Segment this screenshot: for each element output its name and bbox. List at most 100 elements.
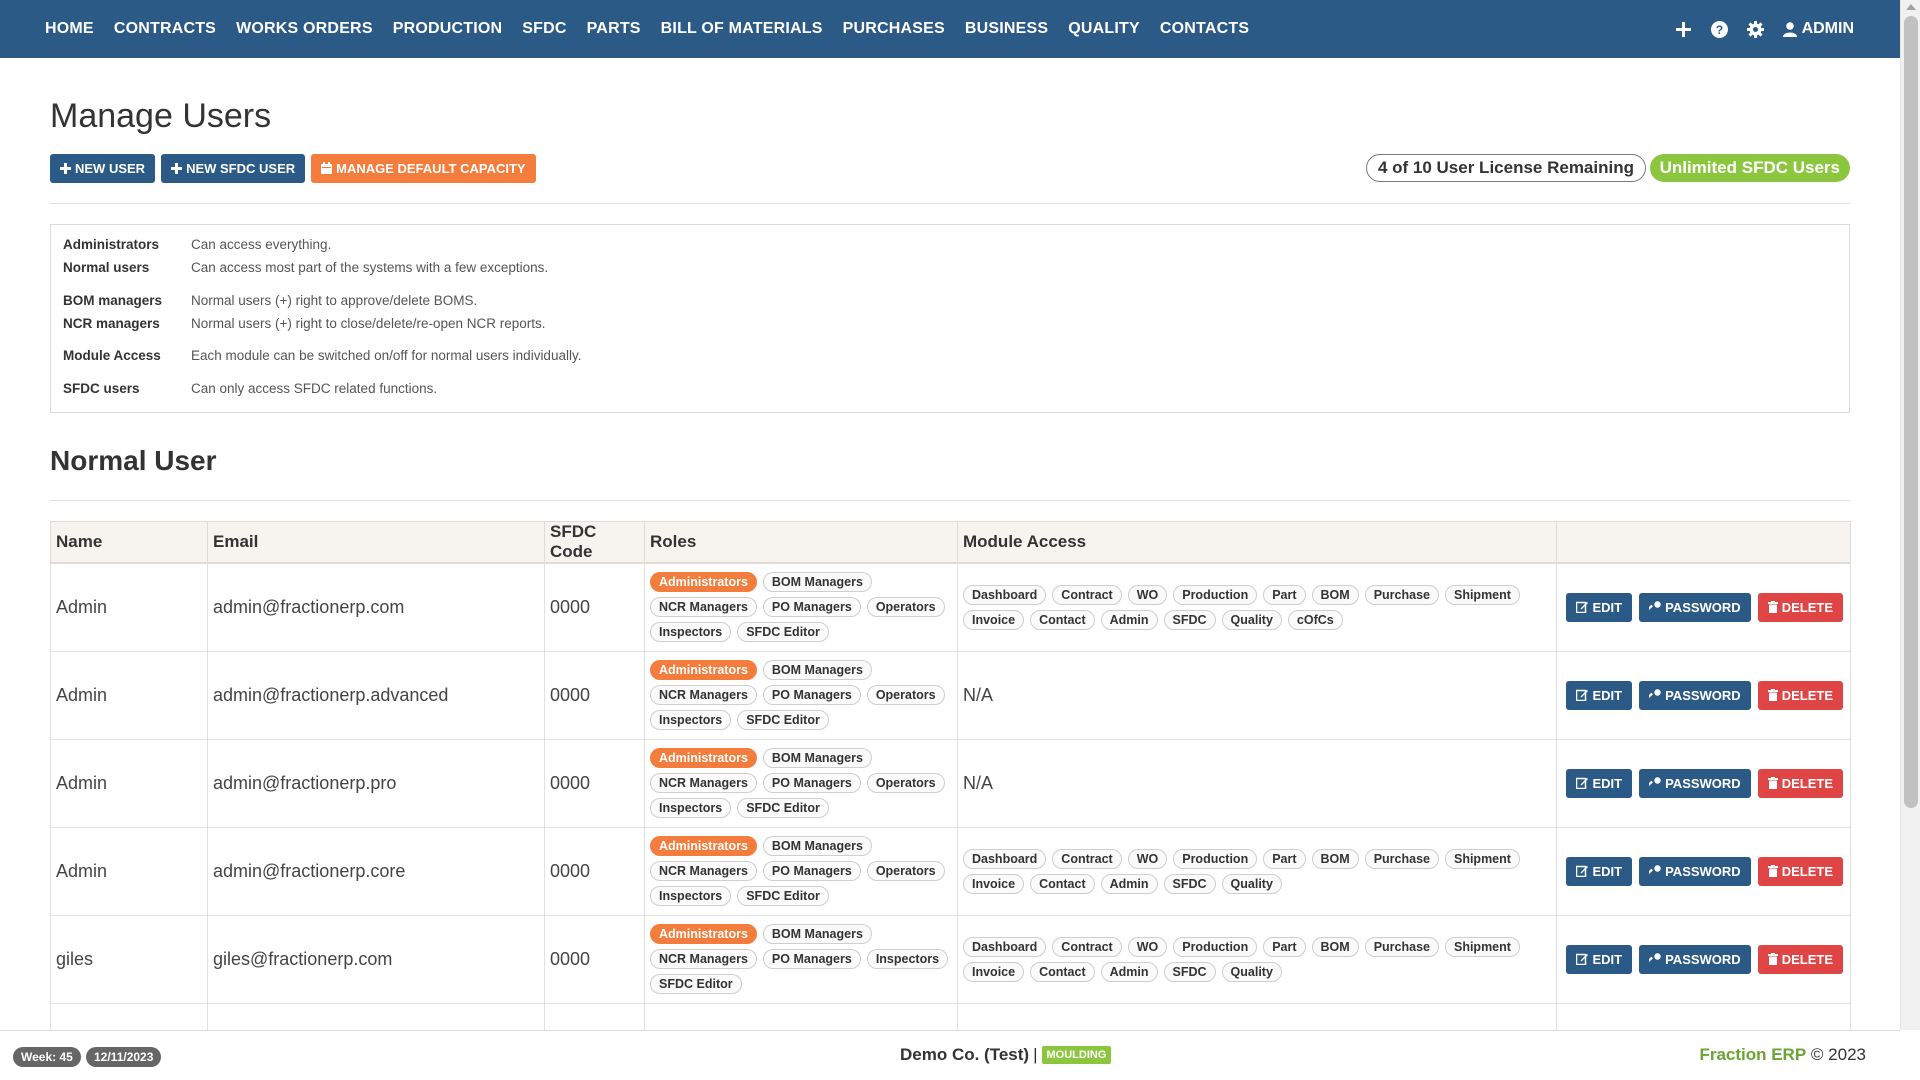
info-row-module-access: Module Access Each module can be switche… <box>63 348 581 363</box>
module-tag: Purchase <box>1364 848 1439 869</box>
nav-contracts[interactable]: CONTRACTS <box>114 20 216 38</box>
module-tag: Admin <box>1100 961 1158 982</box>
footer-separator: | <box>1033 1045 1038 1064</box>
module-tag: Contact <box>1030 873 1095 894</box>
module-tag: Contact <box>1030 961 1095 982</box>
module-tag: Shipment <box>1444 936 1520 957</box>
nav-contacts[interactable]: CONTACTS <box>1160 20 1249 38</box>
edit-button[interactable]: EDIT <box>1566 856 1633 886</box>
edit-button[interactable]: EDIT <box>1566 680 1633 710</box>
module-tag: WO <box>1127 848 1168 869</box>
module-tag: SFDC <box>1163 961 1216 982</box>
cell-actions: EDIT PASSWORD DELETE <box>1556 738 1851 828</box>
role-tag: BOM Managers <box>762 572 872 593</box>
gear-icon[interactable] <box>1747 20 1765 38</box>
manage-default-capacity-button[interactable]: MANAGE DEFAULT CAPACITY <box>311 153 536 183</box>
plus-icon[interactable] <box>1675 20 1693 38</box>
info-row-sfdc-users: SFDC users Can only access SFDC related … <box>63 381 437 396</box>
edit-button[interactable]: EDIT <box>1566 768 1633 798</box>
svg-text:?: ? <box>1716 23 1723 37</box>
info-desc: Can access most part of the systems with… <box>191 260 549 275</box>
edit-label: EDIT <box>1592 951 1623 967</box>
nav-home[interactable]: HOME <box>45 20 94 38</box>
col-header-roles[interactable]: Roles <box>644 521 958 564</box>
module-tag: Contract <box>1052 584 1122 605</box>
module-tag: Admin <box>1100 609 1158 630</box>
roles-list: Administrators BOM Managers NCR Managers PO… <box>650 748 952 818</box>
module-tag: Quality <box>1221 873 1282 894</box>
password-button[interactable]: PASSWORD <box>1639 592 1751 622</box>
password-button[interactable]: PASSWORD <box>1639 944 1751 974</box>
week-badge: Week: 45 <box>13 1047 81 1067</box>
nav-parts[interactable]: PARTS <box>587 20 641 38</box>
col-header-sfdc-code[interactable]: SFDC Code <box>544 521 645 564</box>
edit-label: EDIT <box>1592 863 1623 879</box>
edit-button[interactable]: EDIT <box>1566 944 1633 974</box>
col-header-module-access[interactable]: Module Access <box>957 521 1557 564</box>
delete-button[interactable]: DELETE <box>1757 768 1843 798</box>
new-sfdc-user-button[interactable]: NEW SFDC USER <box>161 153 306 183</box>
password-label: PASSWORD <box>1665 863 1741 879</box>
col-header-email[interactable]: Email <box>207 521 545 564</box>
role-tag: Administrators <box>650 924 757 944</box>
page-scrollbar[interactable] <box>1900 0 1920 1030</box>
role-tag: Inspectors <box>650 622 732 643</box>
footer: Week: 45 12/11/2023 Demo Co. (Test) | MO… <box>0 1030 1900 1080</box>
table-header-row: Name Email SFDC Code Roles Module Access <box>50 521 1851 564</box>
new-user-button[interactable]: NEW USER <box>50 153 156 183</box>
nav-production[interactable]: PRODUCTION <box>393 20 503 38</box>
role-tag: Administrators <box>650 748 757 768</box>
user-menu[interactable]: ADMIN <box>1782 20 1854 38</box>
nav-business[interactable]: BUSINESS <box>965 20 1048 38</box>
row-actions: EDIT PASSWORD DELETE <box>1562 768 1845 798</box>
brand-name[interactable]: Fraction ERP <box>1699 1045 1806 1064</box>
role-tag: BOM Managers <box>762 660 872 680</box>
delete-button[interactable]: DELETE <box>1757 944 1843 974</box>
nav-works-orders[interactable]: WORKS ORDERS <box>236 20 373 38</box>
role-tag: Operators <box>866 861 945 881</box>
cell-actions: EDIT PASSWORD DELETE <box>1556 914 1851 1004</box>
cell-roles: Administrators BOM Managers NCR Managers PO… <box>644 738 958 828</box>
col-header-name[interactable]: Name <box>50 521 208 564</box>
trash-icon <box>1767 777 1778 789</box>
role-tag: Inspectors <box>650 886 732 906</box>
cell-actions: EDIT PASSWORD DELETE <box>1556 562 1851 652</box>
info-term: Normal users <box>63 260 150 275</box>
role-tag: NCR Managers <box>650 861 757 881</box>
scroll-up-arrow-icon[interactable] <box>1906 4 1916 10</box>
role-tag: NCR Managers <box>650 773 757 793</box>
delete-button[interactable]: DELETE <box>1757 680 1843 710</box>
password-button[interactable]: PASSWORD <box>1639 680 1751 710</box>
delete-label: DELETE <box>1781 951 1833 967</box>
edit-button[interactable]: EDIT <box>1566 592 1633 622</box>
cell-module-access: N/A <box>957 738 1557 828</box>
role-tag: Operators <box>866 685 945 705</box>
delete-button[interactable]: DELETE <box>1757 592 1843 622</box>
cell-name: Admin <box>50 562 208 652</box>
cell-name: Admin <box>50 738 208 828</box>
cell-module-access: DashboardContractWOProductionPartBOMPurc… <box>957 826 1557 916</box>
row-actions: EDIT PASSWORD DELETE <box>1562 680 1845 710</box>
module-tag: Production <box>1173 584 1258 605</box>
module-access-list: DashboardContractWOProductionPartBOMPurc… <box>963 936 1551 982</box>
nav-bill-of-materials[interactable]: BILL OF MATERIALS <box>661 20 823 38</box>
nav-quality[interactable]: QUALITY <box>1068 20 1140 38</box>
nav-purchases[interactable]: PURCHASES <box>843 20 945 38</box>
password-button[interactable]: PASSWORD <box>1639 856 1751 886</box>
users-table-body: Admin admin@fractionerp.com 0000 Administra… <box>50 562 1851 1080</box>
scroll-thumb[interactable] <box>1904 16 1918 808</box>
key-icon <box>1649 777 1661 788</box>
delete-label: DELETE <box>1781 599 1833 615</box>
module-tag: Invoice <box>963 873 1025 894</box>
trash-icon <box>1767 865 1778 877</box>
delete-button[interactable]: DELETE <box>1757 856 1843 886</box>
module-tag: BOM <box>1311 584 1359 605</box>
role-tag: NCR Managers <box>650 949 757 969</box>
password-button[interactable]: PASSWORD <box>1639 768 1751 798</box>
row-actions: EDIT PASSWORD DELETE <box>1562 944 1845 974</box>
help-icon[interactable]: ? <box>1711 20 1729 38</box>
password-label: PASSWORD <box>1665 775 1741 791</box>
row-actions: EDIT PASSWORD DELETE <box>1562 856 1845 886</box>
module-tag: BOM <box>1311 848 1359 869</box>
nav-sfdc[interactable]: SFDC <box>522 20 566 38</box>
